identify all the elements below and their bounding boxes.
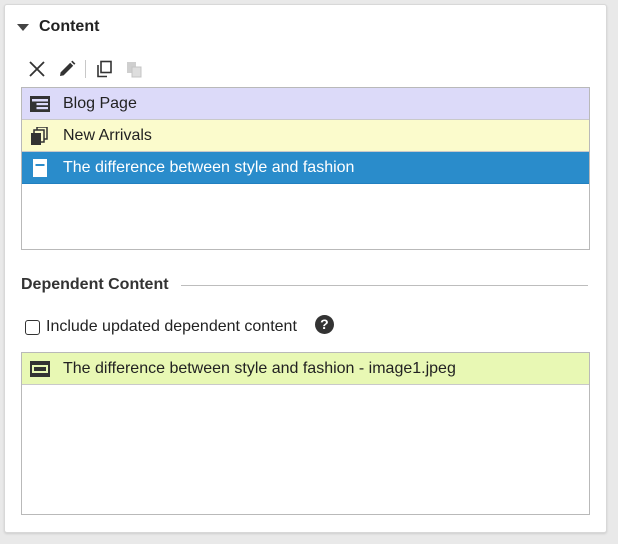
content-item-label: The difference between style and fashion [63, 158, 355, 176]
collapse-caret-icon[interactable] [17, 23, 29, 31]
edit-button[interactable] [55, 57, 79, 81]
content-section-title: Content [39, 18, 100, 35]
include-dependent-checkbox[interactable] [25, 319, 40, 335]
dependent-content-list[interactable]: The difference between style and fashion… [21, 352, 590, 515]
duplicate-button[interactable] [92, 57, 116, 81]
content-item-blog-page[interactable]: Blog Page [22, 88, 589, 120]
include-dependent-row[interactable]: Include updated dependent content ? [25, 314, 334, 338]
content-list[interactable]: Blog Page New Arrivals The difference be… [21, 87, 590, 250]
content-panel: Content Blog Page New Arrivals The diffe… [4, 4, 607, 533]
dependent-content-header: Dependent Content [21, 275, 588, 295]
content-item-new-arrivals[interactable]: New Arrivals [22, 120, 589, 152]
dependent-item-image[interactable]: The difference between style and fashion… [22, 353, 589, 385]
pencil-icon [60, 60, 76, 76]
content-toolbar [25, 57, 152, 81]
content-item-label: New Arrivals [63, 126, 152, 144]
dependent-item-label: The difference between style and fashion… [63, 359, 456, 377]
content-item-label: Blog Page [63, 94, 137, 112]
help-icon[interactable]: ? [314, 314, 334, 334]
page-layout-icon [30, 95, 50, 112]
article-icon [33, 158, 47, 177]
close-icon [29, 61, 45, 77]
image-icon [30, 360, 50, 377]
remove-button[interactable] [25, 57, 49, 81]
content-item-style-fashion[interactable]: The difference between style and fashion [22, 152, 589, 184]
section-divider [180, 284, 588, 286]
content-section-header[interactable]: Content [17, 17, 99, 37]
include-dependent-label[interactable]: Include updated dependent content [46, 318, 297, 336]
page-stack-icon [31, 126, 48, 145]
paste-icon [127, 62, 142, 78]
paste-button[interactable] [122, 57, 146, 81]
copy-icon [97, 60, 112, 78]
dependent-content-title: Dependent Content [21, 276, 169, 293]
toolbar-separator [85, 60, 86, 78]
